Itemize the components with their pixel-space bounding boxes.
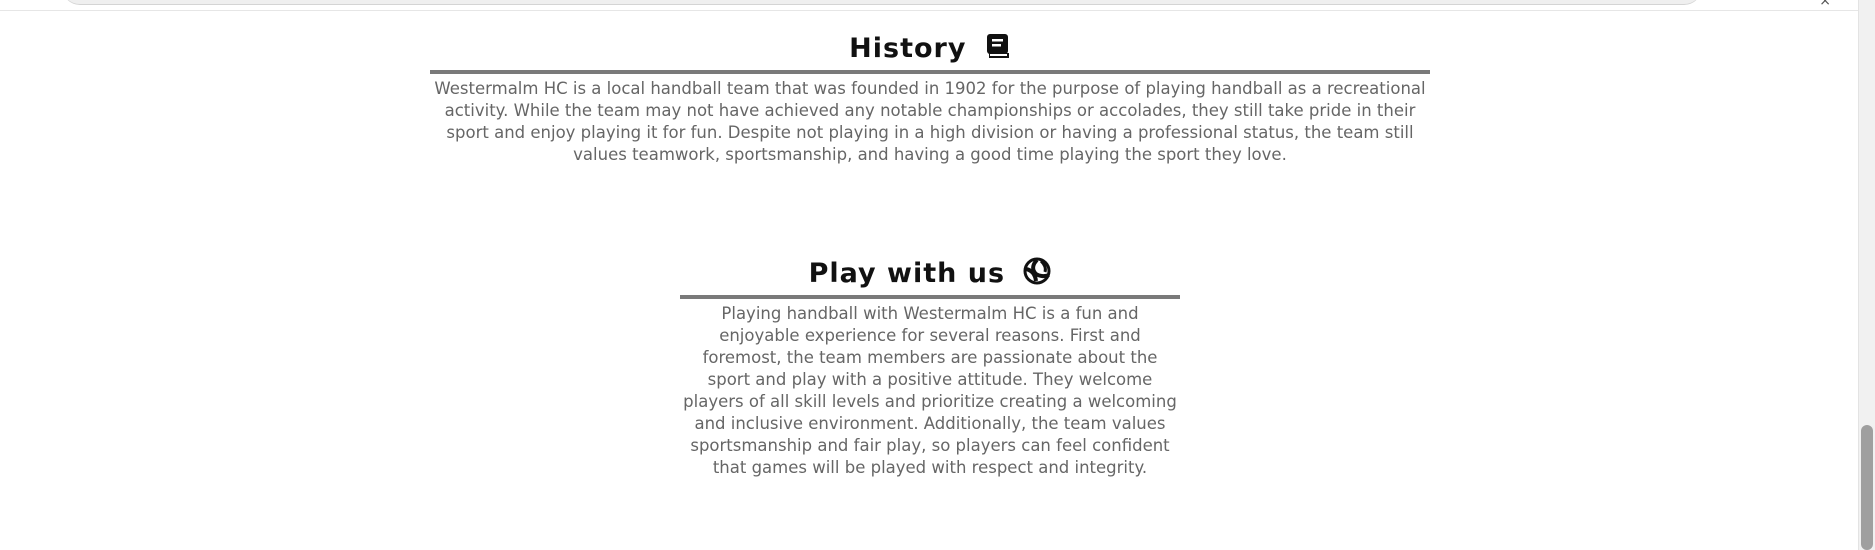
play-section: Play with us Playing handball with Weste… bbox=[0, 255, 1860, 479]
scrollbar-thumb[interactable] bbox=[1861, 425, 1873, 550]
vertical-scrollbar[interactable] bbox=[1858, 0, 1875, 550]
play-title: Play with us bbox=[808, 258, 1006, 289]
play-text: Playing handball with Westermalm HC is a… bbox=[683, 304, 1177, 477]
book-icon bbox=[986, 34, 1009, 58]
top-divider bbox=[0, 10, 1875, 11]
page: × History Westermalm HC is a local handb… bbox=[0, 0, 1875, 550]
top-bar bbox=[62, 0, 1702, 5]
history-heading: History bbox=[430, 30, 1430, 74]
history-section: History Westermalm HC is a local handbal… bbox=[0, 30, 1860, 166]
play-heading: Play with us bbox=[680, 255, 1180, 299]
close-icon[interactable]: × bbox=[1819, 0, 1831, 9]
handball-icon bbox=[1023, 257, 1051, 285]
history-title: History bbox=[849, 33, 967, 64]
history-text: Westermalm HC is a local handball team t… bbox=[434, 79, 1426, 164]
